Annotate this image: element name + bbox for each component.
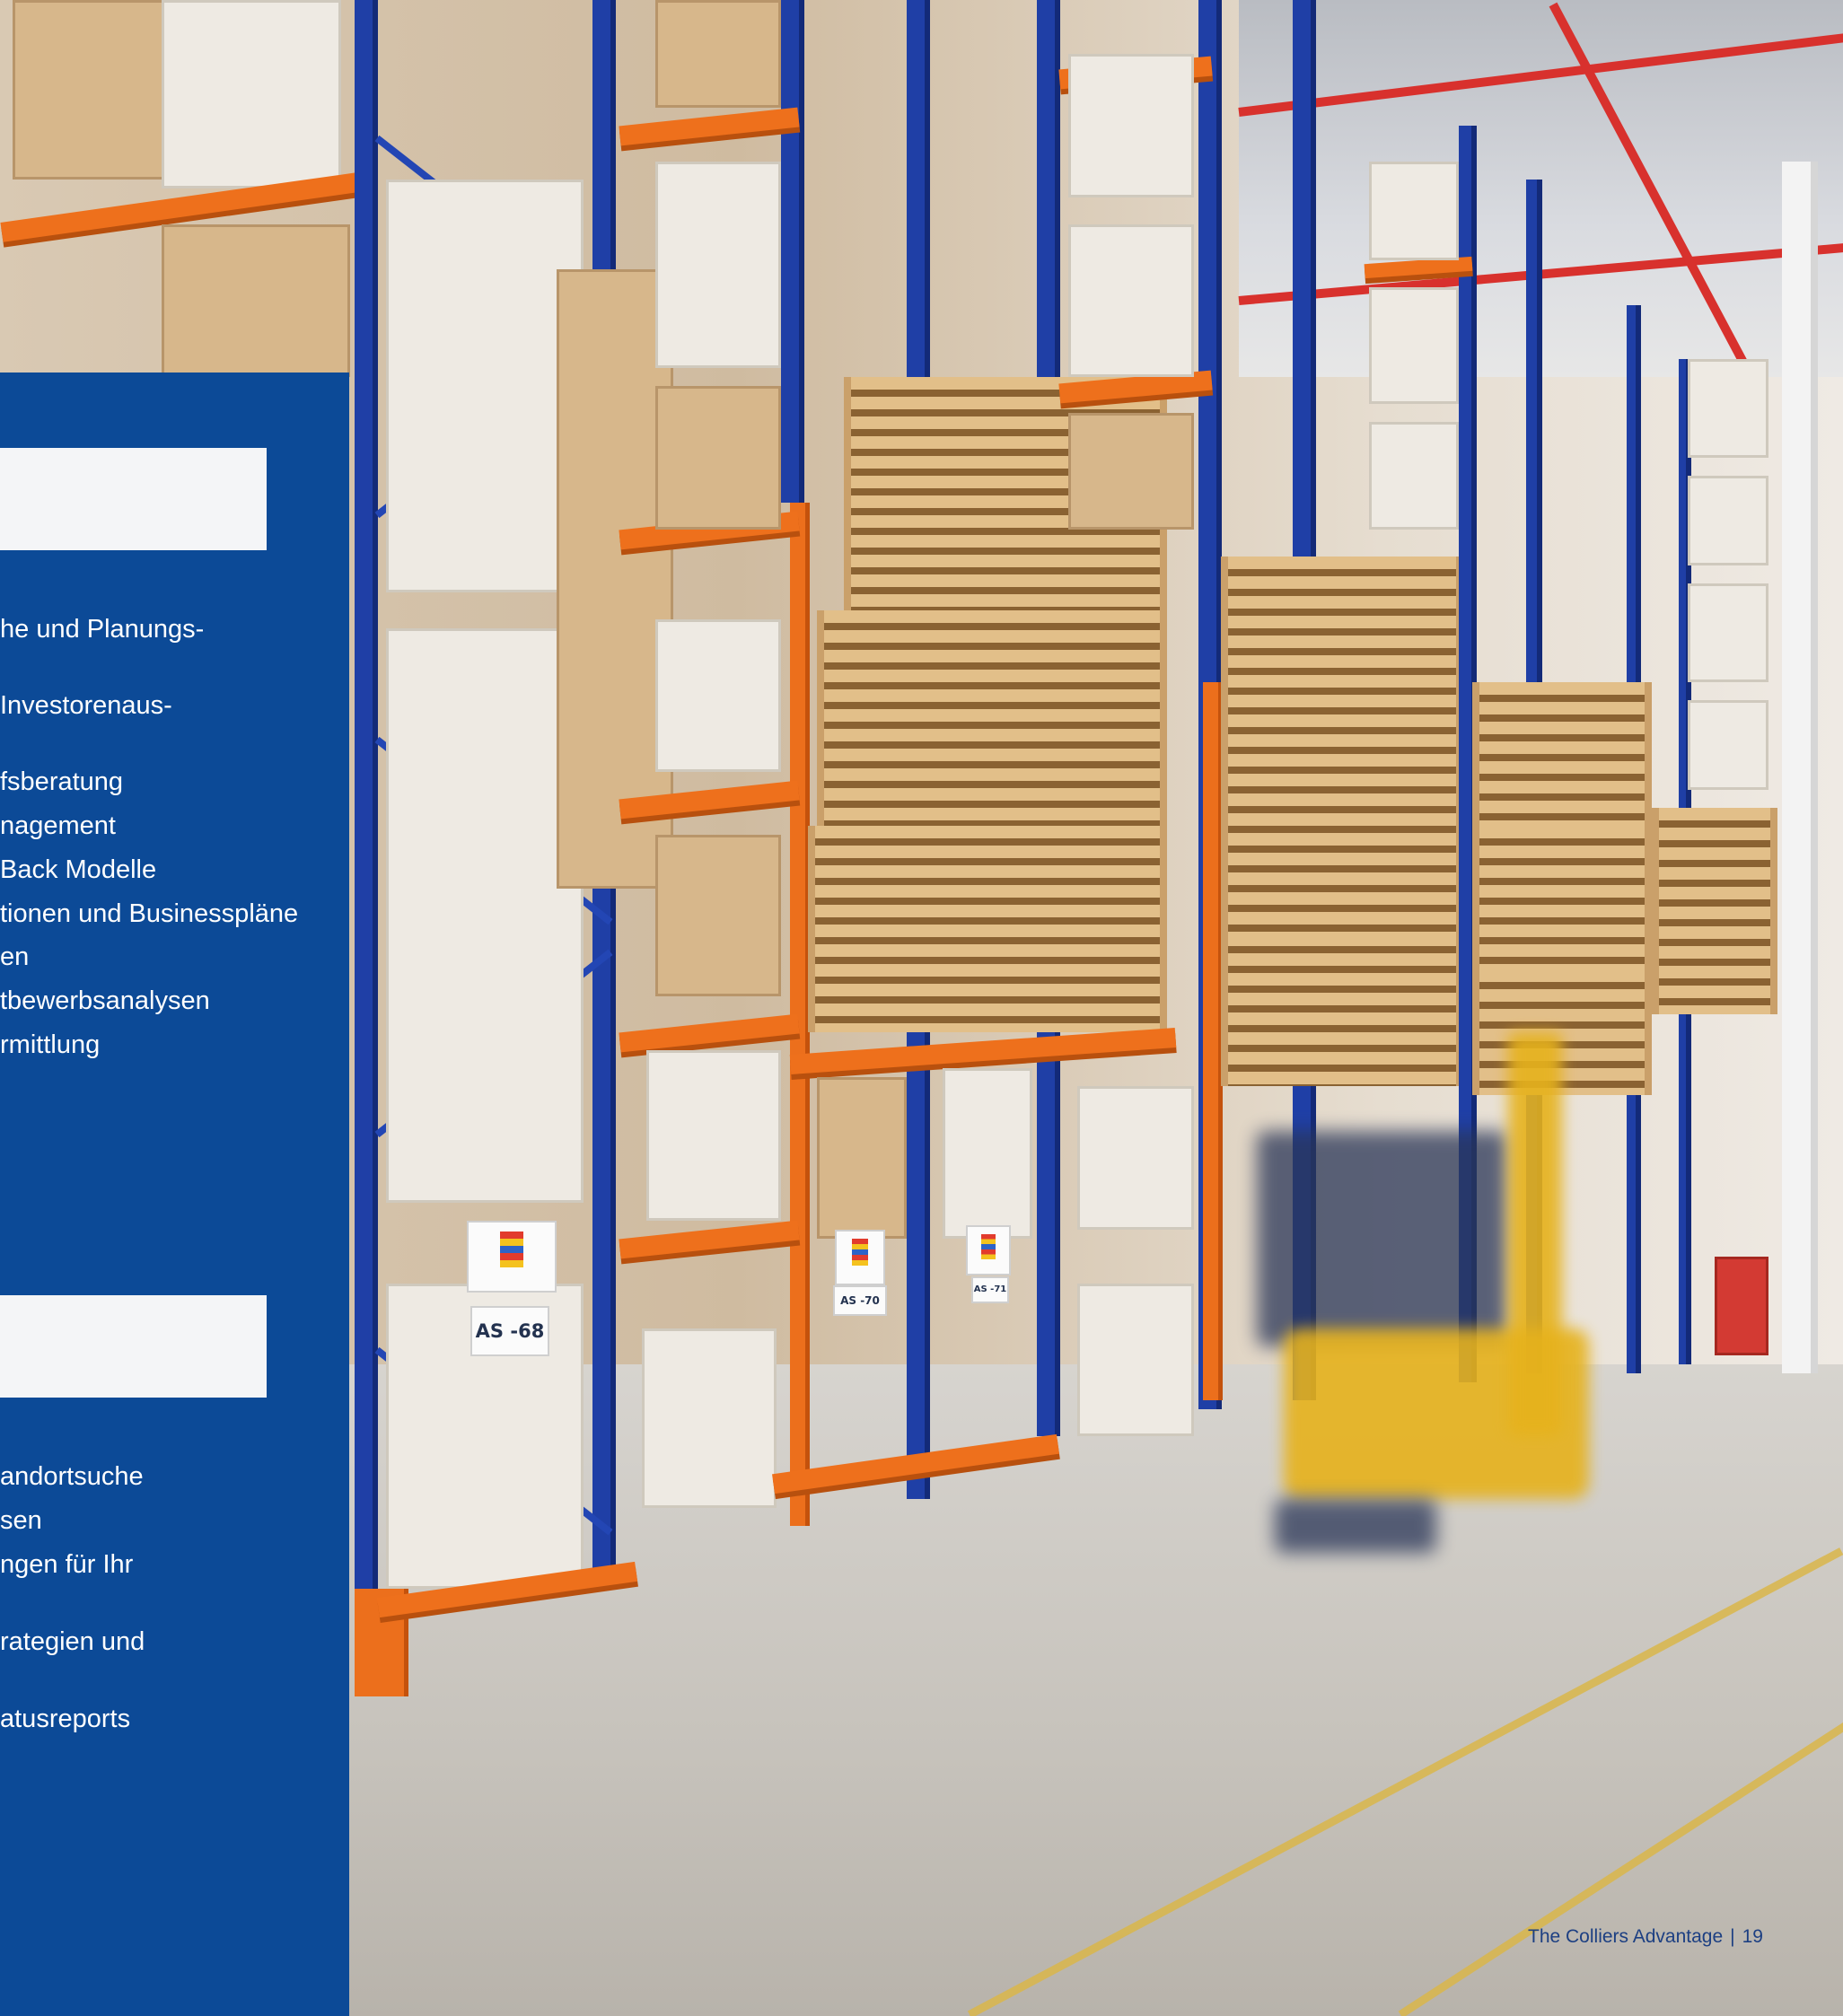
list-item: andortsuche [0, 1462, 144, 1491]
list-item: tbewerbsanalysen [0, 986, 210, 1015]
section-heading-bar [0, 448, 267, 550]
list-item: he und Planungs- [0, 615, 205, 644]
rack-label-card [467, 1221, 557, 1293]
list-item: fsberatung [0, 767, 124, 796]
footer-separator: | [1730, 1926, 1735, 1947]
list-item: nagement [0, 811, 116, 840]
footer-brand: The Colliers Advantage [1528, 1926, 1724, 1947]
list-item: rategien und [0, 1627, 145, 1656]
list-item: en [0, 942, 30, 971]
list-item: Back Modelle [0, 855, 157, 884]
section-heading-bar [0, 1295, 267, 1398]
rack-label: AS -71 [971, 1276, 1009, 1303]
page-footer: The Colliers Advantage | 19 [1528, 1926, 1763, 1948]
list-item: atusreports [0, 1705, 131, 1733]
list-item: sen [0, 1506, 42, 1535]
list-item: Investorenaus- [0, 691, 172, 720]
list-item: rmittlung [0, 1030, 101, 1059]
rack-label: AS -68 [470, 1306, 549, 1356]
rack-label: AS -70 [833, 1285, 887, 1316]
list-item: ngen für Ihr [0, 1550, 134, 1579]
services-panel: he und Planungs- Investorenaus- fsberatu… [0, 373, 349, 2016]
list-item: tionen und Businesspläne [0, 899, 299, 928]
page-number: 19 [1742, 1926, 1763, 1947]
